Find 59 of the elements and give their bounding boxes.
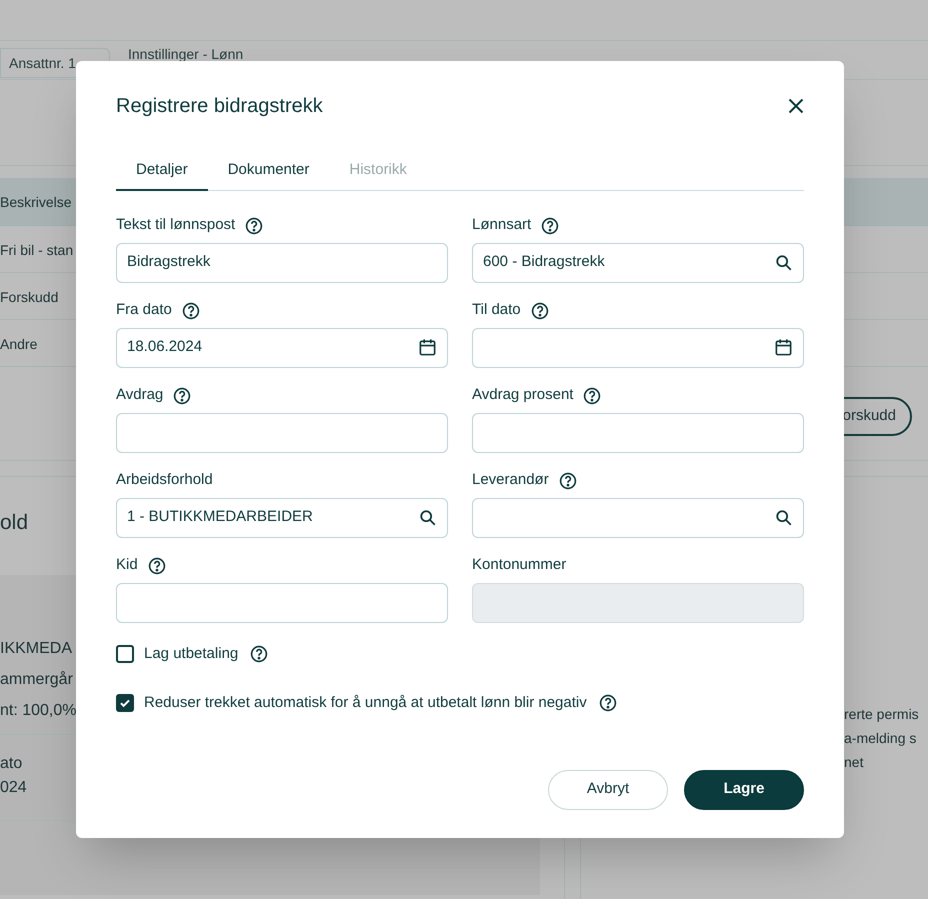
date-value: 024 [0, 778, 27, 798]
tab[interactable]: Detaljer [116, 159, 208, 190]
date-label: ato [0, 754, 22, 774]
help-icon[interactable] [148, 556, 166, 574]
search-icon[interactable] [775, 508, 793, 526]
table-header-cell-text: Beskrivelse [0, 193, 72, 212]
dialog-title: Registrere bidragstrekk [116, 94, 323, 119]
breadcrumb: Innstillinger - Lønn [128, 45, 244, 64]
input-field[interactable] [472, 328, 804, 368]
table-cell-text: Fri bil - stan [0, 241, 74, 260]
checkbox-label: Reduser trekket automatisk for å unngå at utbetalt lønn blir negativ [144, 693, 587, 713]
section-title: old [0, 510, 28, 536]
help-icon[interactable] [245, 216, 264, 234]
checkbox-label: Lag utbetaling [144, 644, 238, 664]
field-label: Avdrag prosent [472, 385, 574, 406]
field-label: Kid [116, 555, 138, 576]
calendar-icon[interactable] [418, 338, 437, 357]
input-field[interactable] [116, 412, 448, 452]
input-field[interactable]: 1 - BUTIKKMEDARBEIDER [116, 498, 448, 538]
side-text: net [844, 753, 864, 772]
search-icon[interactable] [419, 508, 437, 526]
check-icon [119, 697, 131, 710]
help-icon[interactable] [558, 472, 577, 490]
field-label: Kontonummer [472, 555, 566, 576]
input-field[interactable]: 600 - Bidragstrekk [472, 242, 804, 282]
tab[interactable]: Dokumenter [208, 159, 330, 190]
checkbox[interactable] [116, 694, 134, 712]
input-field[interactable]: 18.06.2024 [116, 328, 448, 368]
field-label: Avdrag [116, 385, 164, 406]
field-label: Fra dato [116, 300, 172, 320]
checkbox[interactable] [116, 644, 134, 663]
side-text: rerte permis [844, 705, 919, 724]
help-icon[interactable] [173, 386, 192, 404]
detail-text: IKKMEDA [0, 639, 72, 659]
cancel-button[interactable]: Avbryt [548, 770, 668, 810]
input-field[interactable]: Bidragstrekk [116, 242, 448, 282]
field-label: Leverandør [472, 470, 549, 490]
search-icon[interactable] [775, 254, 793, 272]
input-field[interactable] [116, 582, 448, 622]
table-cell-text: Andre [0, 335, 38, 354]
table-cell-text: Forskudd [0, 288, 58, 307]
input-field[interactable] [472, 498, 804, 538]
field-label: Til dato [472, 300, 521, 320]
field-label: Arbeidsforhold [116, 470, 213, 490]
save-button[interactable]: Lagre [684, 770, 804, 810]
field-label: Lønnsart [472, 215, 532, 236]
help-icon[interactable] [541, 216, 560, 234]
detail-text: ammergår [0, 670, 73, 690]
field-label: Tekst til lønnspost [116, 215, 236, 236]
input-field[interactable] [472, 412, 804, 452]
calendar-icon[interactable] [774, 338, 793, 357]
help-icon[interactable] [182, 302, 200, 320]
help-icon[interactable] [530, 302, 549, 320]
close-icon[interactable] [788, 98, 804, 114]
help-icon[interactable] [598, 694, 617, 712]
help-icon[interactable] [250, 644, 268, 663]
detail-text: nt: 100,0% [0, 701, 76, 721]
side-text: a-melding s [844, 729, 916, 748]
help-icon[interactable] [583, 386, 602, 404]
